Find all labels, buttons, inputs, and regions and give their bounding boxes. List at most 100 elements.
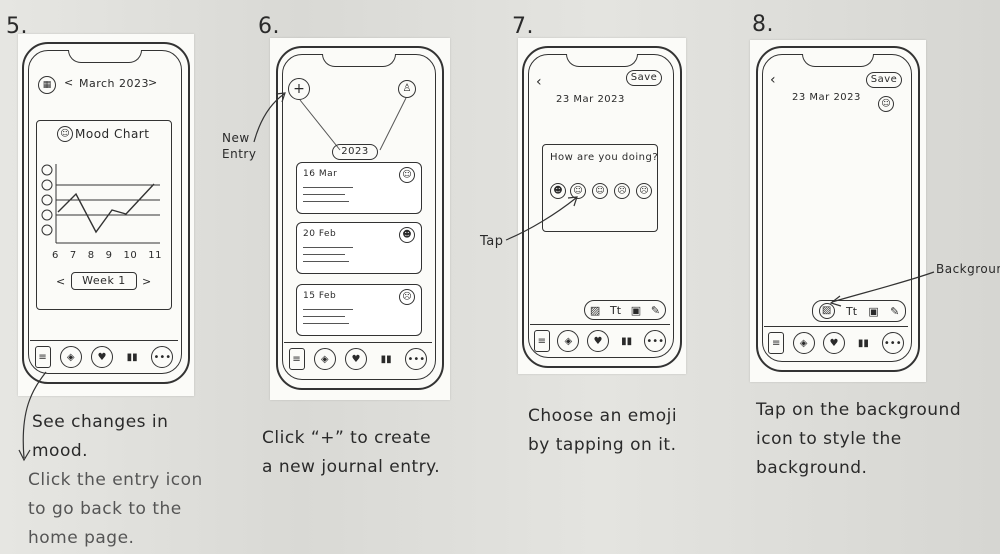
journal-entry-card[interactable]: 15 Feb ☹ [296,284,422,336]
step-7-number: 7. [512,14,534,39]
x-tick: 9 [105,250,113,261]
back-icon[interactable]: ‹ [536,74,542,90]
unhappy-emoji-icon[interactable]: ☹ [614,183,630,199]
style-toolbar: ▨ Tt ▣ ✎ [584,300,666,320]
calendar-icon[interactable]: ▦ [38,76,56,94]
caption-line: by tapping on it. [528,435,677,455]
mood-chart-title: Mood Chart [75,127,150,141]
happy-face-icon: ☻ [399,227,415,243]
tap-arrow [505,196,578,241]
pen-icon[interactable]: ✎ [651,304,660,317]
mood-line-chart [41,164,160,244]
caption-line: home page. [28,528,135,548]
caption-line: Tap on the background [756,400,962,420]
back-icon[interactable]: ‹ [770,72,776,88]
month-label: March 2023 [79,77,150,90]
bar-chart-icon[interactable]: ▮▮ [122,347,142,367]
x-tick: 8 [87,250,95,261]
step-8-caption: Tap on the background icon to style the … [756,396,961,483]
bar-chart-icon[interactable]: ▮▮ [617,331,637,351]
step-8-tab-bar: ≡ ◈ ♥ ▮▮ ••• [764,326,908,359]
heart-icon[interactable]: ♥ [90,346,113,368]
text-line [303,323,349,324]
week-prev[interactable]: < [56,275,66,288]
caption-line: See changes in [32,412,169,432]
mood-chart-x-axis: 6 7 8 9 10 11 [52,250,162,261]
caption-line: Choose an emoji [528,406,678,426]
caption-line: icon to style the [756,429,902,449]
step-5-tab-bar: ≡ ◈ ♥ ▮▮ ••• [30,340,178,373]
background-annotation: Background [936,262,1000,276]
more-icon[interactable]: ••• [151,346,174,368]
caption-line: Click the entry icon [28,470,203,490]
happy-face-icon[interactable]: ☺ [878,96,894,112]
caption-line: mood. [32,441,89,461]
text-line [303,201,349,202]
step-6-number: 6. [258,14,280,39]
step-7-caption: Choose an emoji by tapping on it. [528,402,677,460]
more-icon[interactable]: ••• [644,330,667,352]
caption-line: a new journal entry. [262,457,441,477]
image-icon[interactable]: ▣ [631,304,641,317]
x-tick: 6 [52,250,59,261]
notch [322,54,396,67]
entry-icon[interactable]: ≡ [34,346,51,368]
x-tick: 10 [123,250,138,261]
compass-icon[interactable]: ◈ [792,332,815,354]
step-6-caption: Click “+” to create a new journal entry. [262,424,440,482]
week-selector[interactable]: Week 1 [71,272,137,290]
x-tick: 7 [69,250,77,261]
x-tick: 11 [148,250,162,261]
bar-chart-icon[interactable]: ▮▮ [376,349,396,369]
text-line [303,316,345,317]
more-icon[interactable]: ••• [405,348,428,370]
text-line [303,187,353,188]
compass-icon[interactable]: ◈ [557,330,580,352]
heart-icon[interactable]: ♥ [822,332,845,354]
caption-line: background. [756,458,868,478]
month-prev[interactable]: < [64,76,74,89]
year-selector[interactable]: 2023 [332,144,378,160]
new-entry-arrow [253,92,286,143]
save-button[interactable]: Save [866,72,902,88]
week-next[interactable]: > [142,275,152,288]
bar-chart-icon[interactable]: ▮▮ [853,333,873,353]
background-pattern-icon[interactable]: ▨ [590,304,600,317]
neutral-emoji-icon[interactable]: ☺ [592,183,608,199]
text-line [303,254,345,255]
step-6-tab-bar: ≡ ◈ ♥ ▮▮ ••• [284,342,432,375]
caption-line: Click “+” to create [262,428,432,448]
notch [68,50,142,63]
text-line [303,247,353,248]
heart-icon[interactable]: ♥ [344,348,367,370]
neutral-face-icon: ☺ [399,167,415,183]
caption-line: to go back to the [28,499,182,519]
notch [566,54,638,67]
smile-icon: ☺ [57,126,73,142]
entry-date: 23 Mar 2023 [556,94,625,105]
more-icon[interactable]: ••• [881,332,904,354]
text-line [303,261,349,262]
month-next[interactable]: > [148,76,158,89]
journal-entry-card[interactable]: 20 Feb ☻ [296,222,422,274]
journal-entry-card[interactable]: 16 Mar ☺ [296,162,422,214]
background-arrow [829,271,935,307]
save-button[interactable]: Save [626,70,662,86]
text-style-icon[interactable]: Tt [610,304,621,317]
mood-question: How are you doing? [550,152,659,163]
step-5-caption-2: Click the entry icon to go back to the h… [28,466,203,553]
notch [802,54,874,67]
entry-date: 20 Feb [303,229,337,239]
text-line [303,194,345,195]
very-sad-emoji-icon[interactable]: ☹ [636,183,652,199]
entry-date: 16 Mar [303,169,338,179]
entry-icon[interactable]: ≡ [288,348,305,370]
compass-icon[interactable]: ◈ [313,348,336,370]
entry-date: 23 Mar 2023 [792,92,861,103]
step-5-caption: See changes in mood. [32,408,168,466]
compass-icon[interactable]: ◈ [59,346,82,368]
heart-icon[interactable]: ♥ [586,330,609,352]
entry-icon[interactable]: ≡ [533,330,550,352]
entry-icon[interactable]: ≡ [768,332,785,354]
entry-date: 15 Feb [303,291,337,301]
